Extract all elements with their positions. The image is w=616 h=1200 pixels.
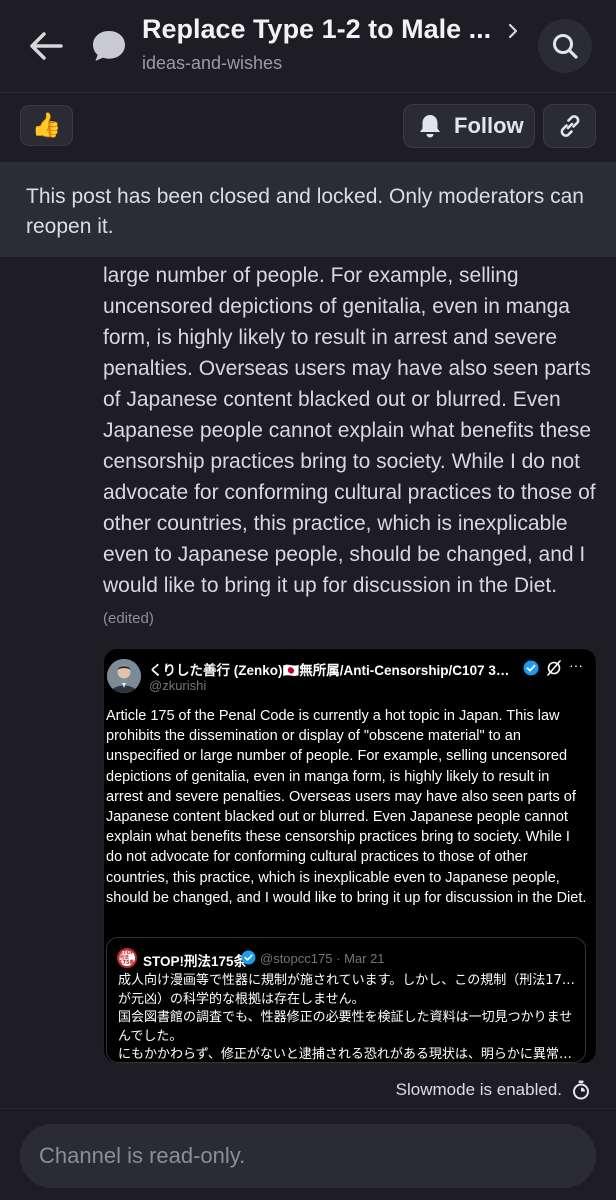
- tweet-text: Article 175 of the Penal Code is current…: [106, 708, 587, 906]
- tweet-author-handle: @zkurishi: [149, 678, 207, 693]
- message-input[interactable]: Channel is read-only.: [20, 1124, 596, 1188]
- quote-date: Mar 21: [344, 951, 385, 966]
- thread-title[interactable]: Replace Type 1-2 to Male ...: [142, 14, 502, 45]
- message-content[interactable]: large number of people. For example, sel…: [103, 260, 601, 634]
- more-icon: ···: [569, 657, 583, 673]
- message-text: large number of people. For example, sel…: [103, 264, 596, 597]
- chevron-right-icon[interactable]: [504, 20, 522, 42]
- channel-name[interactable]: ideas-and-wishes: [142, 53, 282, 74]
- stopwatch-icon: [573, 1080, 589, 1100]
- quote-author-handle: @stopcc175: [260, 951, 333, 966]
- composer: Channel is read-only.: [0, 1108, 616, 1200]
- embedded-tweet-image[interactable]: くりした善行 (Zenko)🇯🇵無所属/Anti-Censorship/C107…: [103, 648, 597, 1064]
- quote-line: が元凶）の科学的な根拠は存在しません。: [118, 991, 365, 1007]
- quote-author-name: STOP!刑法175条: [143, 954, 248, 969]
- quote-line: 成人向け漫画等で性器に規制が施されています。しかし、この規制（刑法175条: [118, 973, 580, 988]
- quote-avatar: STOP 刑法175条: [117, 948, 137, 968]
- quote-line: んでした。: [118, 1028, 183, 1044]
- arrow-left-icon: [30, 32, 63, 60]
- locked-notice: This post has been closed and locked. On…: [0, 162, 616, 257]
- author-avatar: [107, 659, 141, 693]
- grok-icon: [547, 660, 561, 676]
- quoted-tweet: STOP 刑法175条 STOP!刑法175条 @stopcc175 · Mar…: [106, 937, 586, 1063]
- follow-button[interactable]: Follow: [403, 104, 535, 148]
- edited-label: (edited): [103, 610, 154, 627]
- quote-line: 国会図書館の調査でも、性器修正の必要性を検証した資料は一切見つかりませ: [118, 1010, 573, 1025]
- slowmode-label: Slowmode is enabled.: [395, 1080, 562, 1099]
- quote-text: 成人向け漫画等で性器に規制が施されています。しかし、この規制（刑法175条 が元…: [118, 972, 580, 1063]
- header: Replace Type 1-2 to Male ... ideas-and-w…: [0, 0, 616, 92]
- reaction-button[interactable]: 👍: [20, 105, 73, 146]
- tweet-author-name: くりした善行 (Zenko)🇯🇵無所属/Anti-Censorship/C107…: [149, 663, 511, 678]
- thread-icon: [93, 31, 125, 61]
- search-button[interactable]: [538, 19, 592, 73]
- quote-separator: ·: [336, 951, 341, 966]
- verified-badge-icon: [241, 950, 256, 965]
- slowmode-indicator: Slowmode is enabled.: [396, 1080, 590, 1100]
- verified-badge-icon: [523, 660, 539, 676]
- search-icon: [553, 34, 578, 59]
- follow-label: Follow: [454, 113, 524, 138]
- thumbs-up-icon: 👍: [31, 112, 62, 139]
- quote-line: にもかかわらず、修正がないと逮捕される恐れがある現状は、明らかに異常で...: [118, 1047, 580, 1062]
- bell-icon: [420, 115, 440, 138]
- back-button[interactable]: [24, 26, 68, 66]
- action-bar: 👍 Follow: [0, 93, 616, 161]
- quote-meta: @stopcc175 · Mar 21: [260, 951, 385, 966]
- copy-link-button[interactable]: [543, 104, 596, 148]
- link-icon: [560, 115, 579, 137]
